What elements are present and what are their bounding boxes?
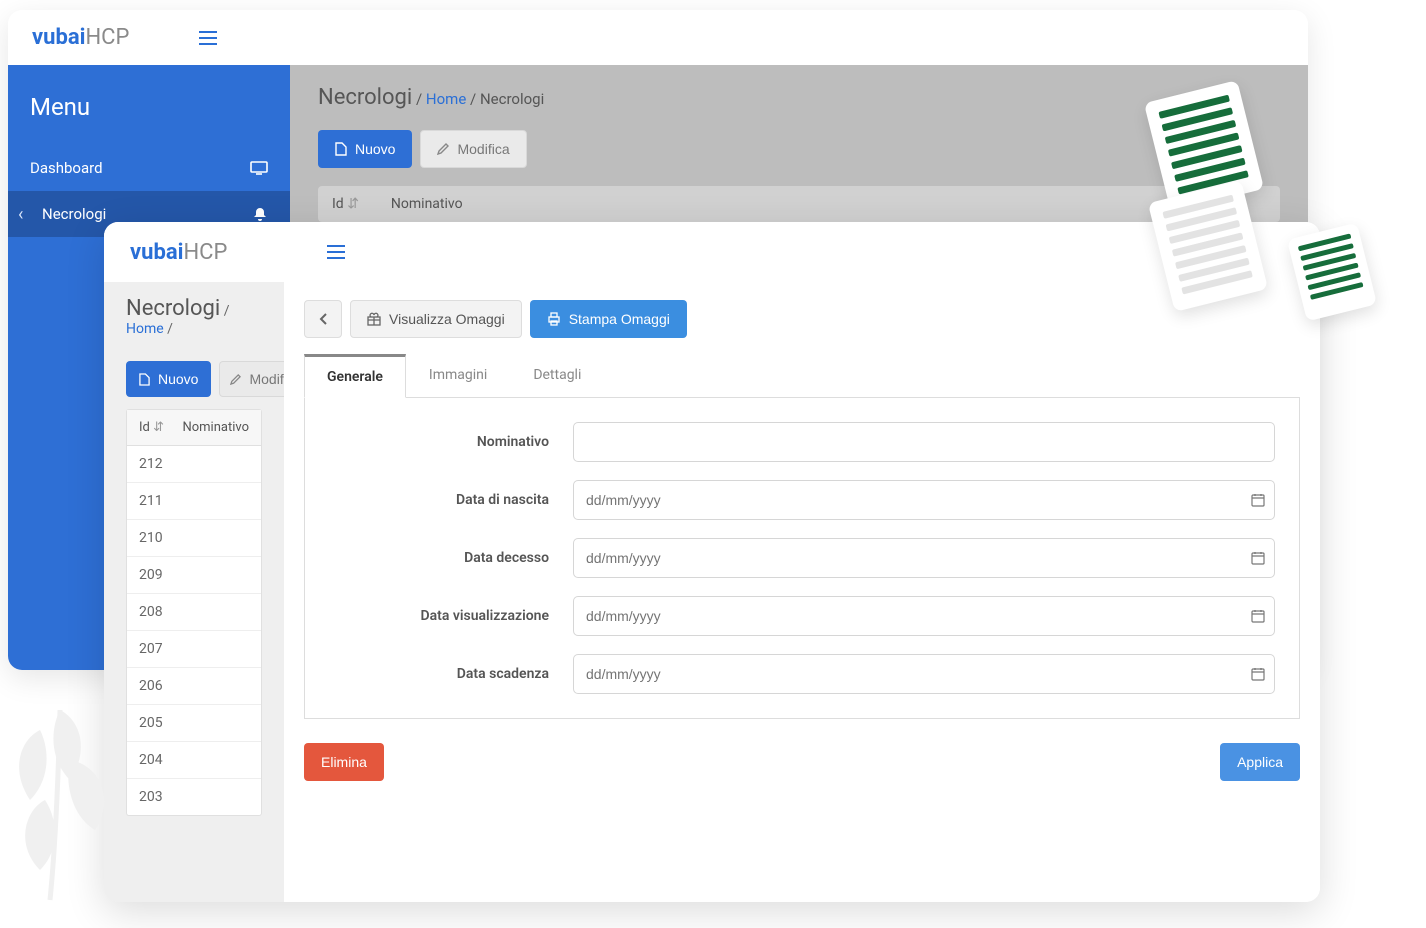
form-panel: Nominativo Data di nascita Data decesso — [304, 398, 1300, 719]
data-visual-label: Data visualizzazione — [329, 608, 549, 624]
table-row[interactable]: 209 — [127, 557, 261, 594]
sidebar-item-dashboard[interactable]: Dashboard — [8, 145, 290, 191]
data-nascita-input[interactable] — [573, 480, 1275, 520]
file-icon — [335, 142, 347, 156]
front-rightcol: Visualizza Omaggi Stampa Omaggi Generale… — [284, 282, 1320, 902]
tab-generale[interactable]: Generale — [304, 354, 406, 398]
back-button[interactable] — [304, 300, 342, 338]
tab-immagini[interactable]: Immagini — [406, 354, 510, 397]
brand-logo: vubaiHCP — [32, 25, 129, 50]
col-id[interactable]: Id ⇵ — [139, 420, 182, 435]
bell-icon — [252, 206, 268, 222]
brand-logo: vubaiHCP — [130, 240, 227, 265]
monitor-icon — [250, 161, 268, 175]
front-listarea: Id ⇵ Nominativo 212 211 210 209 208 207 … — [104, 409, 284, 902]
data-scadenza-input[interactable] — [573, 654, 1275, 694]
data-nascita-label: Data di nascita — [329, 492, 549, 508]
elimina-button[interactable]: Elimina — [304, 743, 384, 781]
brand-suffix: HCP — [183, 240, 227, 265]
gift-icon — [367, 312, 381, 326]
applica-button[interactable]: Applica — [1220, 743, 1300, 781]
button-label: Nuovo — [158, 371, 198, 387]
footer-actions: Elimina Applica — [304, 743, 1300, 781]
decor-leaf — [0, 670, 120, 910]
breadcrumb-home[interactable]: Home — [426, 90, 466, 108]
brand-prefix: vubai — [32, 25, 85, 50]
button-label: Visualizza Omaggi — [389, 311, 505, 327]
table-row[interactable]: 212 — [127, 446, 261, 483]
print-icon — [547, 312, 561, 326]
stampa-omaggi-button[interactable]: Stampa Omaggi — [530, 300, 687, 338]
breadcrumb-home[interactable]: Home — [126, 321, 164, 337]
pencil-icon — [230, 374, 241, 385]
front-leftcol: Necrologi / Home / Nuovo Modific I — [104, 282, 284, 902]
back-topbar: vubaiHCP — [8, 10, 1308, 65]
table-row[interactable]: 210 — [127, 520, 261, 557]
front-table-head: Id ⇵ Nominativo — [127, 410, 261, 446]
chevron-left-icon — [319, 313, 327, 325]
table-row[interactable]: 206 — [127, 668, 261, 705]
data-decesso-label: Data decesso — [329, 550, 549, 566]
nuovo-button[interactable]: Nuovo — [318, 130, 412, 168]
file-icon — [139, 373, 150, 386]
sort-icon: ⇵ — [153, 420, 164, 435]
table-row[interactable]: 205 — [127, 705, 261, 742]
page-title: Necrologi — [126, 296, 220, 321]
brand-prefix: vubai — [130, 240, 183, 265]
page-title: Necrologi — [318, 85, 412, 110]
data-visual-input[interactable] — [573, 596, 1275, 636]
sidebar-item-label: Dashboard — [30, 159, 103, 177]
button-label: Nuovo — [355, 141, 395, 157]
breadcrumb: Necrologi / Home / — [104, 282, 284, 349]
brand-suffix: HCP — [85, 25, 129, 50]
sidebar-item-label: Necrologi — [30, 205, 106, 223]
data-scadenza-label: Data scadenza — [329, 666, 549, 682]
tab-dettagli[interactable]: Dettagli — [510, 354, 604, 397]
sort-icon: ⇵ — [347, 196, 359, 212]
front-table: Id ⇵ Nominativo 212 211 210 209 208 207 … — [126, 409, 262, 816]
table-row[interactable]: 208 — [127, 594, 261, 631]
data-decesso-input[interactable] — [573, 538, 1275, 578]
pencil-icon — [437, 143, 449, 155]
button-label: Modifica — [457, 141, 509, 157]
table-row[interactable]: 204 — [127, 742, 261, 779]
button-label: Stampa Omaggi — [569, 311, 670, 327]
menu-toggle-icon[interactable] — [327, 245, 345, 259]
col-nominativo[interactable]: Nominativo — [182, 420, 249, 435]
menu-toggle-icon[interactable] — [199, 31, 217, 45]
front-toolbar: Nuovo Modific — [104, 349, 284, 409]
col-nominativo[interactable]: Nominativo — [391, 196, 463, 212]
nuovo-button[interactable]: Nuovo — [126, 361, 211, 397]
table-row[interactable]: 211 — [127, 483, 261, 520]
sidebar-title: Menu — [8, 65, 290, 145]
nominativo-input[interactable] — [573, 422, 1275, 462]
table-row[interactable]: 207 — [127, 631, 261, 668]
nominativo-label: Nominativo — [329, 434, 549, 450]
modifica-button[interactable]: Modifica — [420, 130, 526, 168]
visualizza-omaggi-button[interactable]: Visualizza Omaggi — [350, 300, 522, 338]
breadcrumb-current: Necrologi — [480, 90, 544, 108]
tabs: Generale Immagini Dettagli — [304, 354, 1300, 398]
decor-docs — [1126, 90, 1386, 330]
col-id[interactable]: Id ⇵ — [332, 196, 359, 212]
table-row[interactable]: 203 — [127, 779, 261, 815]
